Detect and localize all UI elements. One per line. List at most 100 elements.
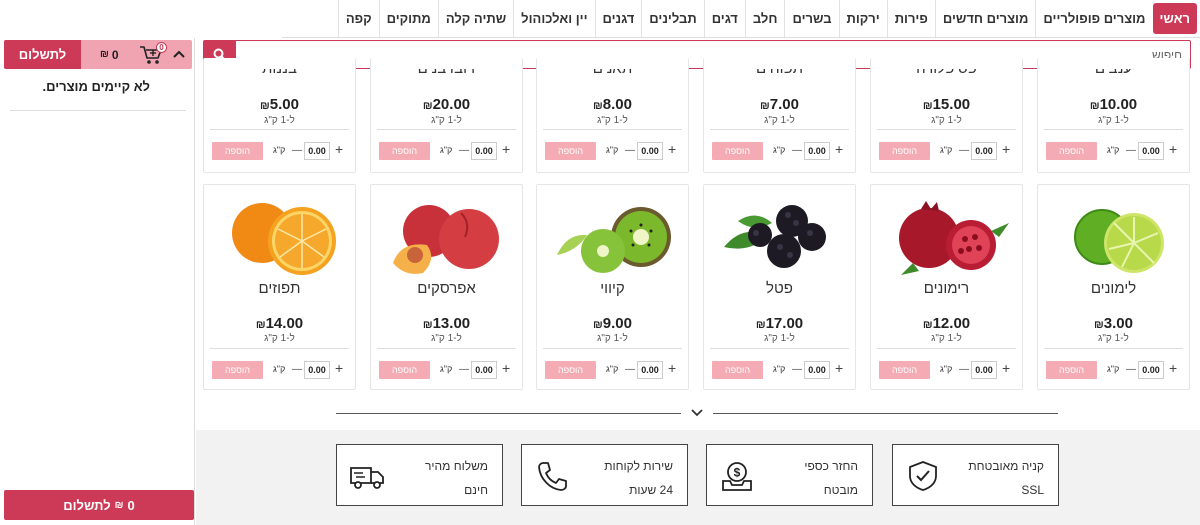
plus-icon[interactable]: + bbox=[1002, 360, 1010, 376]
tab-vegetables[interactable]: ירקות bbox=[838, 0, 887, 37]
price-unit: ל-1 ק"ג bbox=[1098, 115, 1129, 126]
bottom-checkout-button[interactable]: לתשלום ₪ 0 bbox=[4, 490, 194, 520]
minus-icon[interactable]: — bbox=[625, 145, 635, 156]
product-image[interactable] bbox=[537, 193, 688, 283]
minus-icon[interactable]: — bbox=[792, 364, 802, 375]
product-price: ₪13.00 bbox=[371, 315, 522, 332]
tab-soft-drinks[interactable]: שתיה קלה bbox=[437, 0, 513, 37]
minus-icon[interactable]: — bbox=[792, 145, 802, 156]
chevron-down-icon[interactable] bbox=[689, 405, 705, 421]
product-image[interactable] bbox=[371, 193, 522, 283]
minus-icon[interactable]: — bbox=[292, 145, 302, 156]
add-to-cart-button[interactable]: הוספה bbox=[1046, 142, 1097, 160]
unit-label: ק"ג bbox=[773, 145, 786, 155]
price-value: 15.00 bbox=[932, 96, 971, 113]
add-to-cart-button[interactable]: הוספה bbox=[712, 361, 763, 379]
plus-icon[interactable]: + bbox=[668, 141, 676, 157]
feature-title: קניה מאובטחת bbox=[968, 459, 1044, 473]
minus-icon[interactable]: — bbox=[292, 364, 302, 375]
price-value: 12.00 bbox=[932, 315, 971, 332]
quantity-input[interactable]: 0.00 bbox=[304, 361, 330, 379]
product-name[interactable]: תפוחים bbox=[704, 69, 855, 77]
minus-icon[interactable]: — bbox=[459, 364, 469, 375]
plus-icon[interactable]: + bbox=[335, 141, 343, 157]
quantity-input[interactable]: 0.00 bbox=[804, 361, 830, 379]
add-to-cart-button[interactable]: הוספה bbox=[545, 361, 596, 379]
quantity-input[interactable]: 0.00 bbox=[1138, 361, 1164, 379]
plus-icon[interactable]: + bbox=[335, 360, 343, 376]
chevron-up-icon[interactable] bbox=[172, 45, 186, 63]
product-name[interactable]: תפוזים bbox=[204, 280, 355, 297]
add-to-cart-button[interactable]: הוספה bbox=[212, 142, 263, 160]
tab-grains[interactable]: דגנים bbox=[594, 0, 642, 37]
checkout-button[interactable]: לתשלום bbox=[4, 40, 81, 69]
add-to-cart-button[interactable]: הוספה bbox=[712, 142, 763, 160]
tab-spices[interactable]: תבלינים bbox=[641, 0, 703, 37]
plus-icon[interactable]: + bbox=[502, 141, 510, 157]
quantity-input[interactable]: 0.00 bbox=[471, 142, 497, 160]
price-currency: ₪ bbox=[593, 100, 603, 112]
add-to-cart-button[interactable]: הוספה bbox=[212, 361, 263, 379]
product-name[interactable]: ענבים bbox=[1038, 69, 1189, 77]
product-name[interactable]: בננות bbox=[204, 69, 355, 77]
add-to-cart-button[interactable]: הוספה bbox=[379, 361, 430, 379]
plus-icon[interactable]: + bbox=[835, 360, 843, 376]
add-to-cart-button[interactable]: הוספה bbox=[379, 142, 430, 160]
quantity-controls: הוספה ק"ג —0.00 + bbox=[712, 141, 849, 160]
price-value: 5.00 bbox=[269, 96, 299, 113]
quantity-input[interactable]: 0.00 bbox=[971, 142, 997, 160]
product-image[interactable] bbox=[704, 193, 855, 283]
tab-meat[interactable]: בשרים bbox=[784, 0, 838, 37]
price-currency: ₪ bbox=[1089, 100, 1100, 112]
plus-icon[interactable]: + bbox=[502, 360, 510, 376]
add-to-cart-button[interactable]: הוספה bbox=[545, 142, 596, 160]
product-name[interactable]: תאנים bbox=[537, 69, 688, 77]
tab-fish[interactable]: דגים bbox=[703, 0, 745, 37]
product-image[interactable] bbox=[204, 193, 355, 283]
tab-wine-alcohol[interactable]: יין ואלכוהול bbox=[513, 0, 594, 37]
product-name[interactable]: קיווי bbox=[537, 280, 688, 297]
tab-coffee[interactable]: קפה bbox=[337, 0, 379, 37]
minus-icon[interactable]: — bbox=[959, 364, 969, 375]
product-image[interactable] bbox=[871, 193, 1022, 283]
product-image[interactable] bbox=[1038, 193, 1189, 283]
tab-home[interactable]: ראשי bbox=[1152, 3, 1197, 34]
divider bbox=[710, 129, 849, 130]
divider bbox=[543, 129, 682, 130]
quantity-input[interactable]: 0.00 bbox=[971, 361, 997, 379]
product-name[interactable]: לימונים bbox=[1038, 280, 1189, 297]
quantity-input[interactable]: 0.00 bbox=[637, 361, 663, 379]
quantity-input[interactable]: 0.00 bbox=[1138, 142, 1164, 160]
minus-icon[interactable]: — bbox=[625, 364, 635, 375]
plus-icon[interactable]: + bbox=[1002, 141, 1010, 157]
quantity-input[interactable]: 0.00 bbox=[637, 142, 663, 160]
quantity-input[interactable]: 0.00 bbox=[804, 142, 830, 160]
cart-count-badge: 0 bbox=[156, 42, 167, 53]
price-unit: ל-1 ק"ג bbox=[597, 333, 628, 344]
tab-popular-products[interactable]: מוצרים פופולריים bbox=[1035, 0, 1152, 37]
tab-new-products[interactable]: מוצרים חדשים bbox=[934, 0, 1036, 37]
quantity-input[interactable]: 0.00 bbox=[471, 361, 497, 379]
product-name[interactable]: אפרסקים bbox=[371, 280, 522, 297]
tab-fruits[interactable]: פירות bbox=[886, 0, 935, 37]
unit-label: ק"ג bbox=[1107, 364, 1120, 374]
product-name[interactable]: רימונים bbox=[871, 280, 1022, 297]
product-name[interactable]: פטל bbox=[704, 280, 855, 297]
minus-icon[interactable]: — bbox=[1126, 364, 1136, 375]
plus-icon[interactable]: + bbox=[835, 141, 843, 157]
plus-icon[interactable]: + bbox=[1169, 141, 1177, 157]
add-to-cart-button[interactable]: הוספה bbox=[879, 361, 930, 379]
minus-icon[interactable]: — bbox=[959, 145, 969, 156]
plus-icon[interactable]: + bbox=[1169, 360, 1177, 376]
add-to-cart-button[interactable]: הוספה bbox=[1046, 361, 1097, 379]
quantity-controls: הוספה ק"ג —0.00 + bbox=[545, 360, 682, 379]
plus-icon[interactable]: + bbox=[668, 360, 676, 376]
tab-dairy[interactable]: חלב bbox=[744, 0, 785, 37]
minus-icon[interactable]: — bbox=[459, 145, 469, 156]
product-name[interactable]: פסיפלורה bbox=[871, 69, 1022, 77]
quantity-input[interactable]: 0.00 bbox=[304, 142, 330, 160]
tab-sweets[interactable]: מתוקים bbox=[378, 0, 438, 37]
add-to-cart-button[interactable]: הוספה bbox=[879, 142, 930, 160]
product-name[interactable]: דובדבנים bbox=[371, 69, 522, 77]
minus-icon[interactable]: — bbox=[1126, 145, 1136, 156]
